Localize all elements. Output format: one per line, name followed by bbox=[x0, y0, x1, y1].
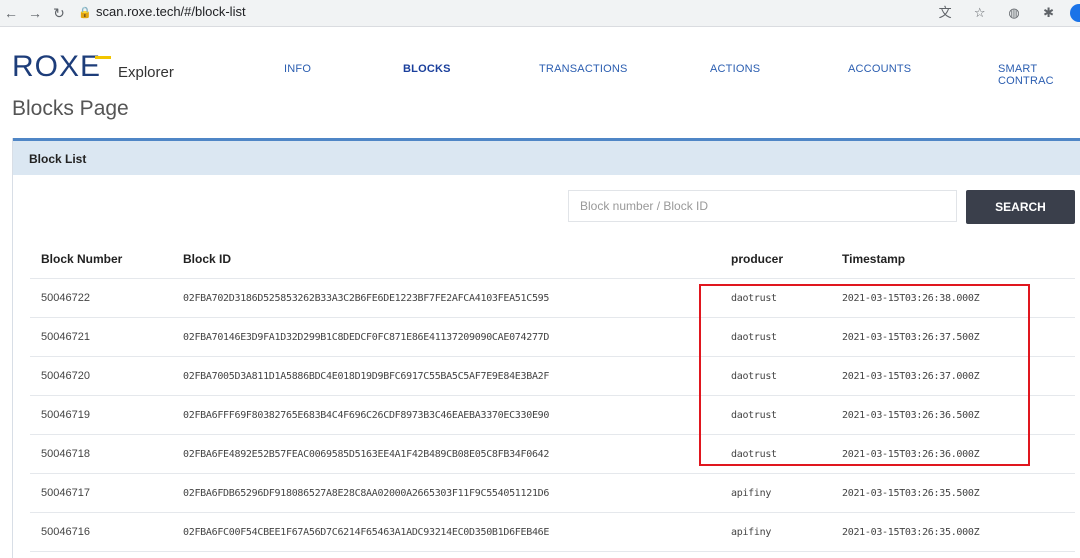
producer[interactable]: apifiny bbox=[731, 512, 842, 552]
table-row[interactable]: 50046719 02FBA6FFF69F80382765E683B4C4F69… bbox=[30, 395, 1075, 435]
block-id[interactable]: 02FBA6FDB65296DF918086527A8E28C8AA02000A… bbox=[183, 473, 731, 513]
lock-icon: 🔒 bbox=[78, 7, 92, 19]
url-text: scan.roxe.tech/#/block-list bbox=[96, 4, 246, 19]
logo-accent bbox=[95, 56, 111, 59]
table-row[interactable]: 50046720 02FBA7005D3A811D1A5886BDC4E018D… bbox=[30, 356, 1075, 396]
column-header-timestamp: Timestamp bbox=[842, 240, 1075, 279]
panel-header: Block List bbox=[13, 138, 1080, 175]
profile-icon[interactable] bbox=[1070, 3, 1080, 22]
producer[interactable]: daotrust bbox=[731, 395, 842, 435]
timestamp: 2021-03-15T03:26:36.500Z bbox=[842, 395, 1075, 435]
reload-icon[interactable]: ↻ bbox=[50, 3, 68, 23]
block-number[interactable]: 50046722 bbox=[30, 278, 183, 318]
block-number[interactable]: 50046720 bbox=[30, 356, 183, 396]
puzzle-icon[interactable]: ✱ bbox=[1040, 3, 1058, 23]
block-id[interactable]: 02FBA6FE4892E52B57FEAC0069585D5163EE4A1F… bbox=[183, 434, 731, 474]
timestamp: 2021-03-15T03:26:37.000Z bbox=[842, 356, 1075, 396]
block-number[interactable]: 50046719 bbox=[30, 395, 183, 435]
blocks-table: Block Number Block ID producer Timestamp… bbox=[30, 240, 1075, 552]
search-input[interactable]: Block number / Block ID bbox=[568, 190, 957, 222]
nav-info[interactable]: INFO bbox=[284, 63, 311, 75]
column-header-producer: producer bbox=[731, 240, 842, 279]
table-row[interactable]: 50046716 02FBA6FC00F54CBEE1F67A56D7C6214… bbox=[30, 512, 1075, 552]
nav-blocks[interactable]: BLOCKS bbox=[403, 63, 451, 75]
producer[interactable]: apifiny bbox=[731, 473, 842, 513]
page-title: Blocks Page bbox=[12, 97, 129, 120]
search-button[interactable]: SEARCH bbox=[966, 190, 1075, 224]
nav-smart-contracts[interactable]: SMART CONTRAC bbox=[998, 63, 1080, 87]
producer[interactable]: daotrust bbox=[731, 278, 842, 318]
table-header-row: Block Number Block ID producer Timestamp bbox=[30, 240, 1075, 279]
producer[interactable]: daotrust bbox=[731, 317, 842, 357]
block-id[interactable]: 02FBA70146E3D9FA1D32D299B1C8DEDCF0FC871E… bbox=[183, 317, 731, 357]
roxe-logo[interactable]: ROXE bbox=[12, 50, 111, 83]
column-header-block-number: Block Number bbox=[30, 240, 183, 279]
block-id[interactable]: 02FBA6FC00F54CBEE1F67A56D7C6214F65463A1A… bbox=[183, 512, 731, 552]
block-id[interactable]: 02FBA7005D3A811D1A5886BDC4E018D19D9BFC69… bbox=[183, 356, 731, 396]
block-id[interactable]: 02FBA702D3186D525853262B33A3C2B6FE6DE122… bbox=[183, 278, 731, 318]
block-number[interactable]: 50046721 bbox=[30, 317, 183, 357]
nav-accounts[interactable]: ACCOUNTS bbox=[848, 63, 911, 75]
timestamp: 2021-03-15T03:26:35.000Z bbox=[842, 512, 1075, 552]
address-bar[interactable]: 🔒 scan.roxe.tech/#/block-list bbox=[78, 2, 958, 22]
logo-text: ROXE bbox=[12, 50, 102, 83]
search-placeholder: Block number / Block ID bbox=[580, 199, 709, 213]
back-icon[interactable]: ← bbox=[2, 3, 20, 23]
translate-icon[interactable]: 文 bbox=[936, 3, 954, 23]
table-row[interactable]: 50046721 02FBA70146E3D9FA1D32D299B1C8DED… bbox=[30, 317, 1075, 357]
table-row[interactable]: 50046722 02FBA702D3186D525853262B33A3C2B… bbox=[30, 278, 1075, 318]
block-number[interactable]: 50046718 bbox=[30, 434, 183, 474]
block-id[interactable]: 02FBA6FFF69F80382765E683B4C4F696C26CDF89… bbox=[183, 395, 731, 435]
forward-icon[interactable]: → bbox=[26, 3, 44, 23]
block-list-panel: Block List Block number / Block ID SEARC… bbox=[12, 138, 1080, 558]
timestamp: 2021-03-15T03:26:35.500Z bbox=[842, 473, 1075, 513]
star-icon[interactable]: ☆ bbox=[971, 3, 989, 23]
producer[interactable]: daotrust bbox=[731, 356, 842, 396]
extension-icon[interactable]: ◍ bbox=[1005, 3, 1023, 23]
table-row[interactable]: 50046718 02FBA6FE4892E52B57FEAC0069585D5… bbox=[30, 434, 1075, 474]
producer[interactable]: daotrust bbox=[731, 434, 842, 474]
column-header-block-id: Block ID bbox=[183, 240, 731, 279]
logo-subtitle: Explorer bbox=[118, 64, 174, 81]
timestamp: 2021-03-15T03:26:37.500Z bbox=[842, 317, 1075, 357]
timestamp: 2021-03-15T03:26:38.000Z bbox=[842, 278, 1075, 318]
browser-toolbar: ← → ↻ 🔒 scan.roxe.tech/#/block-list 文 ☆ ◍… bbox=[0, 0, 1080, 27]
block-number[interactable]: 50046717 bbox=[30, 473, 183, 513]
block-number[interactable]: 50046716 bbox=[30, 512, 183, 552]
table-row[interactable]: 50046717 02FBA6FDB65296DF918086527A8E28C… bbox=[30, 473, 1075, 513]
nav-actions[interactable]: ACTIONS bbox=[710, 63, 760, 75]
nav-transactions[interactable]: TRANSACTIONS bbox=[539, 63, 628, 75]
panel-title: Block List bbox=[29, 152, 87, 166]
timestamp: 2021-03-15T03:26:36.000Z bbox=[842, 434, 1075, 474]
